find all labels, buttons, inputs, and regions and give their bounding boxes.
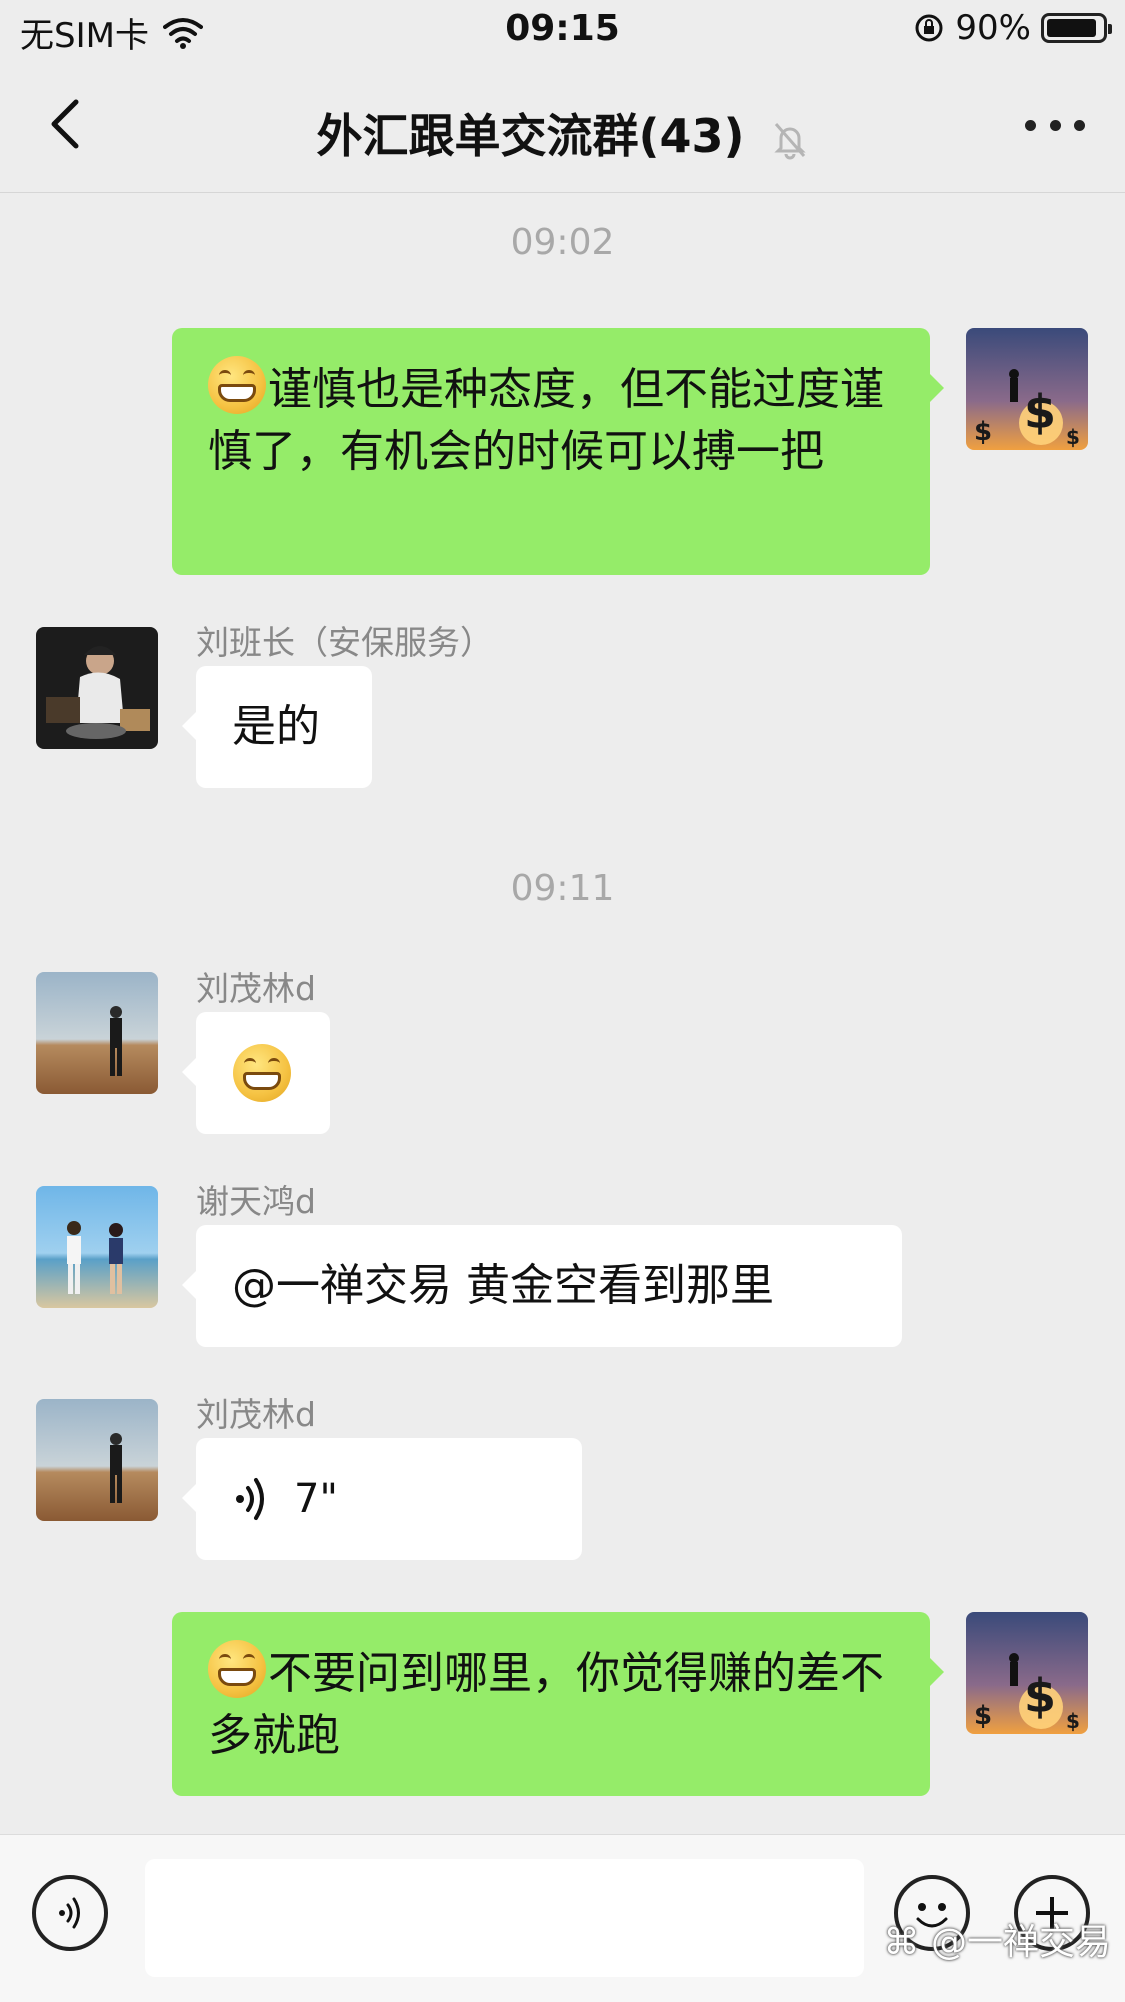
nav-bar: 外汇跟单交流群(43) <box>0 60 1125 193</box>
sender-avatar[interactable] <box>36 1399 158 1521</box>
incoming-emoji-bubble[interactable] <box>182 1012 330 1134</box>
beach-man-avatar-image <box>36 1399 158 1521</box>
sender-name: 刘茂林d <box>196 1395 316 1434</box>
voice-input-icon <box>59 1897 80 1929</box>
grin-emoji-icon <box>233 1044 291 1102</box>
sender-name: 谢天鸿d <box>196 1182 316 1221</box>
chat-title-wrap: 外汇跟单交流群(43) <box>0 100 1125 166</box>
message-text: 是的 <box>232 701 320 752</box>
sunset-dollar-avatar-image: $ $ $ <box>966 1612 1088 1734</box>
message-input[interactable] <box>145 1859 864 1977</box>
voice-input-button[interactable] <box>32 1875 108 1951</box>
svg-text:$: $ <box>974 417 992 447</box>
status-right: 90% <box>913 8 1112 48</box>
message-text: 谨慎也是种态度，但不能过度谨慎了，有机会的时候可以搏一把 <box>208 364 884 477</box>
beach-man-avatar-image <box>36 972 158 1094</box>
voice-wave-icon <box>236 1478 264 1520</box>
my-avatar[interactable]: $ $ $ <box>966 328 1088 450</box>
grin-emoji-icon <box>208 1640 266 1698</box>
watermark-text: @一禅交易 <box>930 1922 1111 1963</box>
sender-avatar[interactable] <box>36 1186 158 1308</box>
svg-text:$: $ <box>1066 425 1080 449</box>
svg-text:$: $ <box>1024 1669 1056 1723</box>
couple-beach-avatar-image <box>36 1186 158 1308</box>
outgoing-message-bubble[interactable]: 谨慎也是种态度，但不能过度谨慎了，有机会的时候可以搏一把 <box>172 328 944 575</box>
message-text: @一禅交易 黄金空看到那里 <box>232 1260 774 1311</box>
person-sitting-avatar-image <box>36 627 158 749</box>
sender-name: 刘茂林d <box>196 969 316 1008</box>
message-timestamp: 09:02 <box>510 222 615 263</box>
message-text: 不要问到哪里，你觉得赚的差不多就跑 <box>208 1648 884 1761</box>
mute-bell-icon <box>773 122 806 159</box>
input-bar: ⌘ @一禅交易 <box>0 1834 1125 2002</box>
sunset-dollar-avatar-image: $ $ $ <box>966 328 1088 450</box>
sender-avatar[interactable] <box>36 972 158 1094</box>
voice-duration: 7" <box>294 1476 338 1522</box>
battery-icon <box>1041 13 1112 43</box>
sender-avatar[interactable] <box>36 627 158 749</box>
my-avatar[interactable]: $ $ $ <box>966 1612 1088 1734</box>
voice-message-bubble[interactable]: 7" <box>182 1438 582 1560</box>
incoming-message-bubble[interactable]: @一禅交易 黄金空看到那里 <box>182 1225 902 1347</box>
status-bar: 无SIM卡 09:15 90% <box>0 0 1125 60</box>
svg-text:$: $ <box>1024 385 1056 439</box>
watermark-logo-icon: ⌘ <box>883 1922 920 1963</box>
grin-emoji-icon <box>208 356 266 414</box>
watermark: ⌘ @一禅交易 <box>884 1913 1111 1965</box>
svg-text:$: $ <box>1066 1709 1080 1733</box>
outgoing-message-bubble[interactable]: 不要问到哪里，你觉得赚的差不多就跑 <box>172 1612 944 1796</box>
battery-fill <box>1047 19 1096 37</box>
incoming-message-bubble[interactable]: 是的 <box>182 666 372 788</box>
battery-percent: 90% <box>955 8 1031 48</box>
orientation-lock-icon <box>915 14 943 42</box>
chat-title: 外汇跟单交流群(43) <box>316 109 745 163</box>
message-timestamp: 09:11 <box>510 868 615 909</box>
sender-name: 刘班长（安保服务） <box>196 623 493 662</box>
more-menu-icon[interactable] <box>1025 100 1085 150</box>
svg-text:$: $ <box>974 1701 992 1731</box>
